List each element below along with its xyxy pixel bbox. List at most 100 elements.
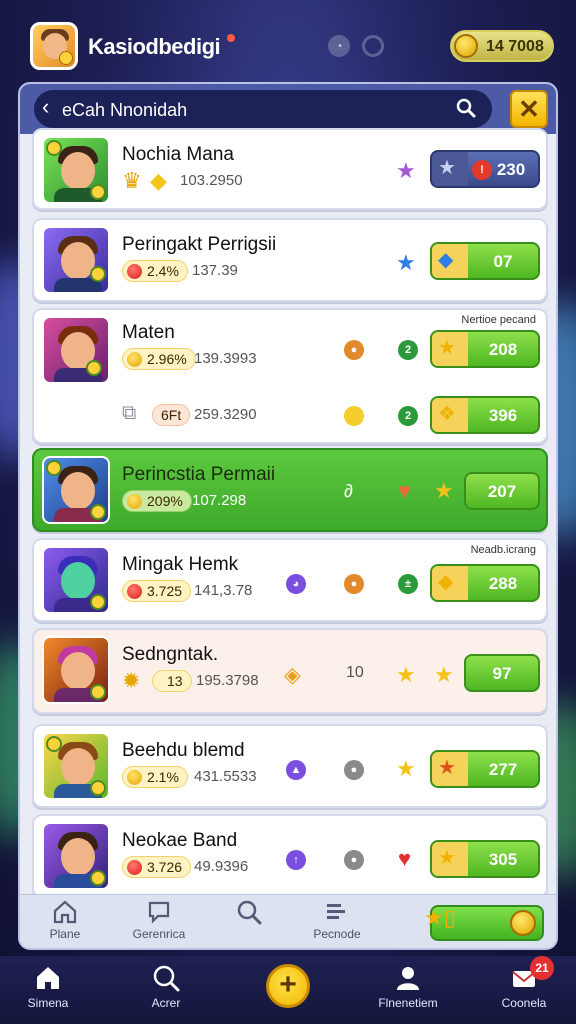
- gem-icon: ◆: [150, 168, 167, 193]
- sub-pill: 6Ft: [152, 404, 191, 426]
- rank-icon: ●: [344, 850, 364, 870]
- heart-icon: ♥: [398, 846, 412, 871]
- list-item[interactable]: Sedngntak. ✹ 13 195.3798 ◈ 10 ★ ★ 97: [32, 628, 548, 714]
- bottom-navigation: Simena Acrer + Flnenetiem Coonela: [0, 956, 576, 1024]
- row-note: Nertioe pecand: [461, 314, 536, 326]
- heart-icon: ♥: [398, 478, 412, 503]
- coin-icon: [510, 910, 536, 936]
- coin-balance[interactable]: 14 7008: [450, 30, 554, 62]
- page-indicator-inactive[interactable]: [362, 35, 384, 57]
- puzzle-icon: ⧉: [122, 402, 137, 424]
- list-item[interactable]: Peringakt Perrigsii 2.4% 137.39 ★ ◆ 07: [32, 218, 548, 302]
- level-badge-icon: [59, 51, 73, 65]
- app-title: Kasiodbedigi: [88, 34, 221, 59]
- tab-search[interactable]: [204, 899, 294, 927]
- player-score: 103.2950: [180, 172, 243, 189]
- player-thumbnail: [42, 136, 110, 204]
- list-item[interactable]: Beehdu blemd 2.1% 431.5533 ▲ ● ★ ★ 277: [32, 724, 548, 808]
- player-score: 141,3.78: [194, 582, 253, 599]
- player-thumbnail: [42, 456, 110, 524]
- list-item[interactable]: Neokae Band 3.726 49.9396 ↑ ● ♥ ★ 305: [32, 814, 548, 898]
- page-indicator-active[interactable]: ◔: [328, 35, 350, 57]
- nav-messages[interactable]: Coonela: [476, 964, 572, 1010]
- star-icon: ★: [396, 662, 416, 687]
- arrow-up-icon: ▲: [286, 760, 306, 780]
- list-item-highlighted[interactable]: Perincstia Permaii 209% 107.298 ∂ ♥ ★ 20…: [32, 448, 548, 532]
- badge-icon: [90, 780, 106, 796]
- tab-pecnode[interactable]: Pecnode: [292, 899, 382, 941]
- panel-header: ‹ eCah Nnonidah ✕: [20, 84, 556, 134]
- close-button[interactable]: ✕: [510, 90, 548, 128]
- action-button[interactable]: ◆ 288: [430, 564, 540, 602]
- profile-avatar[interactable]: [30, 22, 78, 70]
- player-pill: 3.725: [122, 580, 192, 602]
- home-icon: [37, 967, 59, 989]
- search-input[interactable]: eCah Nnonidah: [62, 100, 187, 121]
- player-name: Neokae Band: [122, 830, 238, 851]
- player-name: Nochia Mana: [122, 144, 234, 165]
- list-item[interactable]: Nochia Mana ♛ ◆ 103.2950 ★ ★ ! 230: [32, 128, 548, 210]
- coin-icon: ●: [344, 340, 364, 360]
- add-button[interactable]: +: [266, 964, 310, 1008]
- coin-icon: [344, 406, 364, 426]
- star-icon: ★: [396, 250, 416, 275]
- player-pill: 2.96%: [122, 348, 196, 370]
- search-icon[interactable]: [456, 98, 476, 118]
- player-thumbnail: [42, 316, 110, 384]
- list-item[interactable]: Neadb.icrang Mingak Hemk 3.725 141,3.78 …: [32, 538, 548, 622]
- action-button[interactable]: ★ 305: [430, 840, 540, 878]
- nav-home[interactable]: Simena: [0, 964, 96, 1010]
- action-button[interactable]: ★ ! 230: [430, 150, 540, 188]
- star-icon: ★: [396, 756, 416, 781]
- player-pill: 209%: [122, 490, 192, 512]
- badge-icon: [90, 870, 106, 886]
- player-name: Peringakt Perrigsii: [122, 234, 277, 255]
- panel-tab-bar: Plane Gerenrica Pecnode ★▯: [20, 894, 556, 948]
- player-name: Beehdu blemd: [122, 740, 245, 761]
- player-pill: 2.4%: [122, 260, 188, 282]
- bonus-icon: 2: [398, 340, 418, 360]
- badge-icon: [90, 184, 106, 200]
- player-pill: 2.1%: [122, 766, 188, 788]
- star-icon: ★: [396, 158, 416, 183]
- star-book-icon: ★▯: [424, 905, 456, 930]
- badge-icon: [46, 140, 62, 156]
- user-icon: [397, 967, 419, 990]
- player-pill: 3.726: [122, 856, 192, 878]
- back-chevron-icon[interactable]: ‹: [42, 94, 49, 120]
- search-bar[interactable]: ‹ eCah Nnonidah: [34, 90, 492, 128]
- badge-icon: [46, 460, 62, 476]
- crown-icon: ♛: [122, 168, 142, 193]
- star-icon: ★: [434, 662, 454, 687]
- action-button[interactable]: ★ 208: [430, 330, 540, 368]
- star-icon: ★: [434, 478, 454, 503]
- badge-icon: [90, 684, 106, 700]
- rank-icon: ∂: [344, 481, 353, 501]
- action-button[interactable]: 97: [464, 654, 540, 692]
- player-sub-score: 259.3290: [194, 406, 257, 423]
- reward-tab-button[interactable]: ★▯: [424, 905, 544, 941]
- arrow-up-icon: ◕: [286, 574, 306, 594]
- nav-profile[interactable]: Flnenetiem: [360, 964, 456, 1010]
- action-button[interactable]: 207: [464, 472, 540, 510]
- action-button[interactable]: ★ 277: [430, 750, 540, 788]
- gem-icon: ◈: [284, 662, 301, 687]
- player-score: 139.3993: [194, 350, 257, 367]
- player-thumbnail: [42, 226, 110, 294]
- action-button[interactable]: ◆ 07: [430, 242, 540, 280]
- badge-icon: [90, 266, 106, 282]
- badge-icon: [86, 360, 102, 376]
- list-item[interactable]: Nertioe pecand Maten 2.96% 139.3993 ● 2 …: [32, 308, 548, 444]
- row-note: Neadb.icrang: [470, 544, 536, 556]
- tab-plane[interactable]: Plane: [20, 899, 110, 941]
- bonus-icon: ±: [398, 574, 418, 594]
- nav-search[interactable]: Acrer: [118, 964, 214, 1010]
- notification-dot-icon: [227, 34, 235, 42]
- player-name: Maten: [122, 322, 175, 343]
- tab-gerenrica[interactable]: Gerenrica: [114, 899, 204, 941]
- coin-icon: [454, 34, 478, 58]
- player-thumbnail: [42, 546, 110, 614]
- coin-amount: 14 7008: [486, 38, 544, 55]
- action-button[interactable]: ❖ 396: [430, 396, 540, 434]
- badge-icon: [90, 594, 106, 610]
